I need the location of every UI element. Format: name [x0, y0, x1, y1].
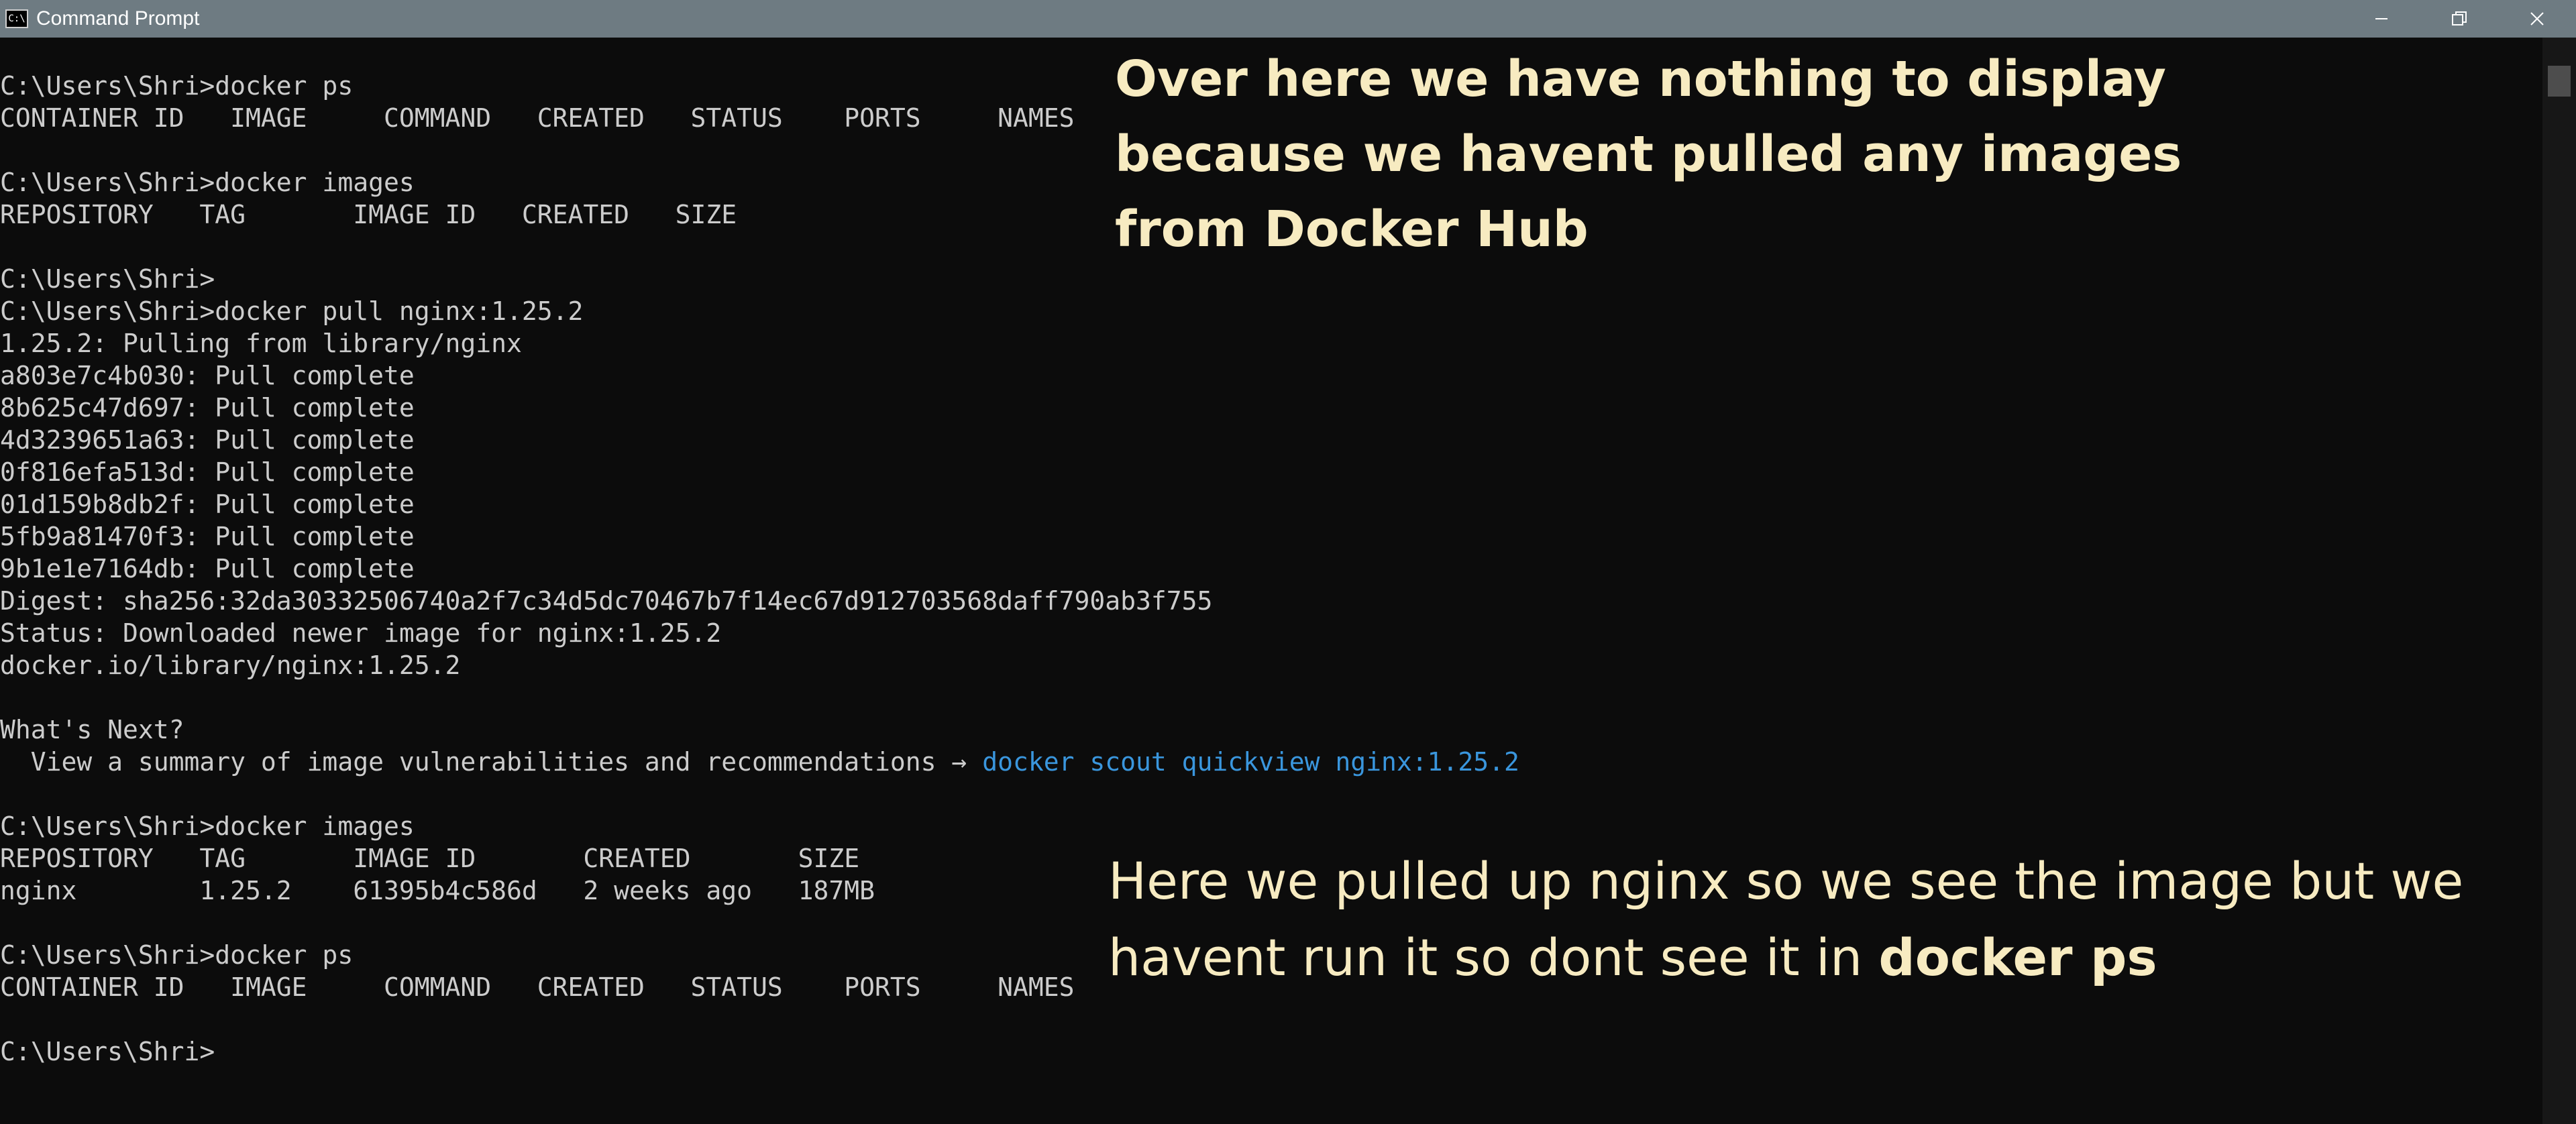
console-line-suggestion: View a summary of image vulnerabilities …	[0, 746, 1519, 778]
title-bar[interactable]: C:\ Command Prompt	[0, 0, 2576, 38]
console-line: C:\Users\Shri>	[0, 264, 215, 294]
console-line: 9b1e1e7164db: Pull complete	[0, 554, 415, 583]
console-line: What's Next?	[0, 715, 184, 744]
window-controls	[2343, 0, 2576, 38]
restore-button[interactable]	[2420, 0, 2498, 38]
restore-icon	[2452, 11, 2467, 25]
console-line: C:\Users\Shri>docker ps	[0, 71, 354, 101]
vertical-scrollbar[interactable]	[2542, 38, 2576, 1124]
scrollbar-thumb[interactable]	[2548, 66, 2571, 97]
annotation-bottom: Here we pulled up nginx so we see the im…	[1108, 843, 2530, 996]
window-title: Command Prompt	[36, 7, 200, 30]
console-line: CONTAINER ID IMAGE COMMAND CREATED STATU…	[0, 103, 1075, 133]
console-line: 1.25.2: Pulling from library/nginx	[0, 329, 522, 358]
console-line: a803e7c4b030: Pull complete	[0, 361, 415, 390]
console-line: C:\Users\Shri>docker pull nginx:1.25.2	[0, 296, 584, 326]
console-line: docker.io/library/nginx:1.25.2	[0, 651, 461, 680]
console-line: 01d159b8db2f: Pull complete	[0, 490, 415, 519]
close-icon	[2530, 12, 2544, 25]
minimize-button[interactable]	[2343, 0, 2420, 38]
annotation-bottom-bold: docker ps	[1878, 928, 2157, 987]
annotation-top: Over here we have nothing to display bec…	[1115, 50, 2200, 258]
console-line: C:\Users\Shri>docker images	[0, 811, 415, 841]
console-line-prompt[interactable]: C:\Users\Shri>	[0, 1035, 215, 1068]
console-line: REPOSITORY TAG IMAGE ID CREATED SIZE	[0, 844, 860, 873]
console-line: C:\Users\Shri>docker ps	[0, 940, 354, 970]
command-prompt-window: C:\ Command Prompt C:\Users\Shri>docker …	[0, 0, 2576, 1124]
console-line: 5fb9a81470f3: Pull complete	[0, 522, 415, 551]
console-line: 4d3239651a63: Pull complete	[0, 425, 415, 455]
console-line: C:\Users\Shri>docker images	[0, 168, 415, 197]
docker-scout-command-link[interactable]: docker scout quickview nginx:1.25.2	[982, 747, 1519, 777]
console-line: nginx 1.25.2 61395b4c586d 2 weeks ago 18…	[0, 876, 875, 905]
console-line: Status: Downloaded newer image for nginx…	[0, 618, 722, 648]
command-prompt-app-icon[interactable]: C:\	[5, 9, 28, 28]
minimize-icon	[2375, 18, 2387, 19]
suggestion-text: View a summary of image vulnerabilities …	[0, 747, 983, 777]
console-line: 0f816efa513d: Pull complete	[0, 457, 415, 487]
annotation-bottom-text: Here we pulled up nginx so we see the im…	[1108, 851, 2480, 987]
close-button[interactable]	[2498, 0, 2576, 38]
console-line: REPOSITORY TAG IMAGE ID CREATED SIZE	[0, 200, 737, 229]
console-line: 8b625c47d697: Pull complete	[0, 393, 415, 423]
console-line: Digest: sha256:32da30332506740a2f7c34d5d…	[0, 586, 1213, 616]
console-line: CONTAINER ID IMAGE COMMAND CREATED STATU…	[0, 972, 1075, 1002]
